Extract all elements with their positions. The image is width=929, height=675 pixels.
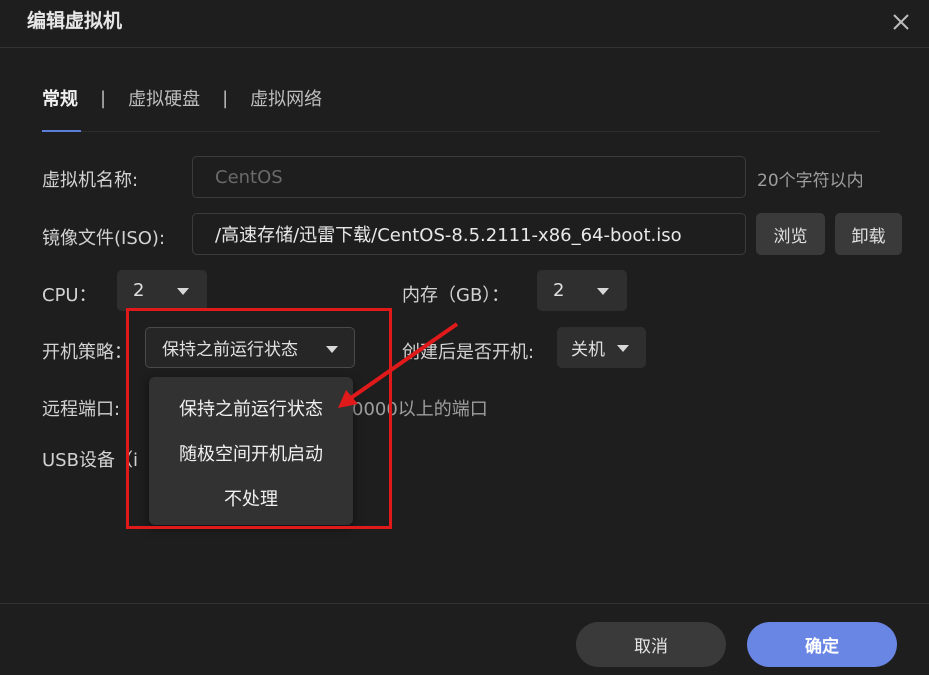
close-icon[interactable] xyxy=(889,10,913,34)
memory-value: 2 xyxy=(553,280,565,301)
dialog-title: 编辑虚拟机 xyxy=(27,10,123,32)
remote-port-label: 远程端口: xyxy=(42,399,121,420)
vm-name-label: 虚拟机名称: xyxy=(42,170,139,191)
iso-label: 镜像文件(ISO): xyxy=(42,228,166,249)
power-on-select[interactable]: 关机 xyxy=(557,327,646,368)
confirm-button[interactable]: 确定 xyxy=(747,622,897,667)
cancel-button[interactable]: 取消 xyxy=(576,622,726,667)
cpu-select[interactable]: 2 xyxy=(117,270,207,311)
dropdown-option[interactable]: 随极空间开机启动 xyxy=(149,440,353,466)
power-on-value: 关机 xyxy=(571,340,605,360)
dropdown-option[interactable]: 保持之前运行状态 xyxy=(149,395,353,421)
chevron-down-icon xyxy=(617,345,629,352)
tab-bar: 常规 | 虚拟硬盘 | 虚拟网络 xyxy=(42,83,322,113)
tab-separator: | xyxy=(222,87,229,109)
tab-virtual-disk[interactable]: 虚拟硬盘 xyxy=(128,85,200,111)
browse-button[interactable]: 浏览 xyxy=(756,213,825,255)
dropdown-option[interactable]: 不处理 xyxy=(149,485,353,511)
chevron-down-icon xyxy=(326,346,338,353)
boot-policy-label: 开机策略： xyxy=(42,342,132,363)
dialog-header: 编辑虚拟机 xyxy=(0,0,929,48)
edit-vm-dialog: 编辑虚拟机 常规 | 虚拟硬盘 | 虚拟网络 虚拟机名称: CentOS 20个… xyxy=(0,0,929,675)
cpu-label: CPU： xyxy=(42,285,97,306)
tab-separator: | xyxy=(100,87,107,109)
usb-label: USB设备（i xyxy=(42,450,138,471)
active-tab-indicator xyxy=(42,130,81,132)
power-on-label: 创建后是否开机: xyxy=(402,342,535,363)
tab-general[interactable]: 常规 xyxy=(42,85,78,111)
chevron-down-icon xyxy=(597,288,609,295)
boot-policy-value: 保持之前运行状态 xyxy=(162,340,298,360)
iso-path-input[interactable]: /高速存储/迅雷下载/CentOS-8.5.2111-x86_64-boot.i… xyxy=(192,213,746,255)
vm-name-input[interactable]: CentOS xyxy=(192,156,746,198)
vm-name-hint: 20个字符以内 xyxy=(757,171,864,191)
tab-virtual-network[interactable]: 虚拟网络 xyxy=(250,85,322,111)
boot-policy-dropdown: 保持之前运行状态 随极空间开机启动 不处理 xyxy=(149,377,353,525)
tab-divider xyxy=(42,131,880,132)
cpu-value: 2 xyxy=(133,280,145,301)
memory-label: 内存（GB）： xyxy=(402,285,510,306)
chevron-down-icon xyxy=(177,288,189,295)
remote-port-hint: 0000以上的端口 xyxy=(352,399,488,420)
memory-select[interactable]: 2 xyxy=(537,270,627,311)
unmount-button[interactable]: 卸载 xyxy=(835,213,902,255)
boot-policy-select[interactable]: 保持之前运行状态 xyxy=(145,327,355,368)
